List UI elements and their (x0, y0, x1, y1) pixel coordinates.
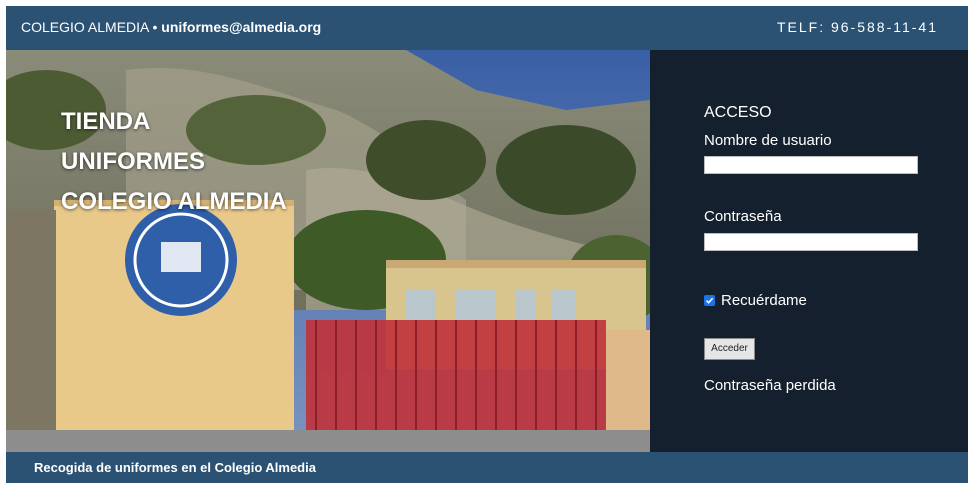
remember-checkbox[interactable] (704, 295, 715, 306)
phone-number: TELF: 96-588-11-41 (776, 19, 938, 35)
hero-title-line: UNIFORMES (61, 148, 205, 175)
email-link[interactable]: uniformes@almedia.org (161, 19, 321, 35)
school-name: COLEGIO ALMEDIA • (21, 19, 162, 35)
login-heading: ACCESO (704, 104, 772, 121)
bottom-bar: Recogida de uniformes en el Colegio Alme… (6, 452, 968, 483)
hero-title-line: TIENDA (61, 108, 151, 135)
hero-image: TIENDA UNIFORMES COLEGIO ALMEDIA (6, 50, 650, 452)
hero-title: TIENDA UNIFORMES COLEGIO ALMEDIA (61, 102, 287, 222)
remember-me[interactable]: Recuérdame (704, 292, 807, 309)
password-input[interactable] (704, 233, 918, 251)
remember-label: Recuérdame (721, 292, 807, 309)
top-bar: COLEGIO ALMEDIA • uniformes@almedia.org … (6, 6, 968, 50)
footer-text: Recogida de uniformes en el Colegio Alme… (34, 460, 316, 475)
login-panel: ACCESO Nombre de usuario Contraseña Recu… (650, 50, 968, 452)
page-frame: COLEGIO ALMEDIA • uniformes@almedia.org … (6, 6, 968, 483)
username-label: Nombre de usuario (704, 132, 832, 149)
checkmark-icon (705, 297, 714, 304)
password-label: Contraseña (704, 208, 782, 225)
username-input[interactable] (704, 156, 918, 174)
lost-password-link[interactable]: Contraseña perdida (704, 377, 836, 394)
contact-info: COLEGIO ALMEDIA • uniformes@almedia.org (21, 19, 321, 35)
login-button[interactable]: Acceder (704, 338, 755, 360)
hero-title-line: COLEGIO ALMEDIA (61, 188, 287, 215)
